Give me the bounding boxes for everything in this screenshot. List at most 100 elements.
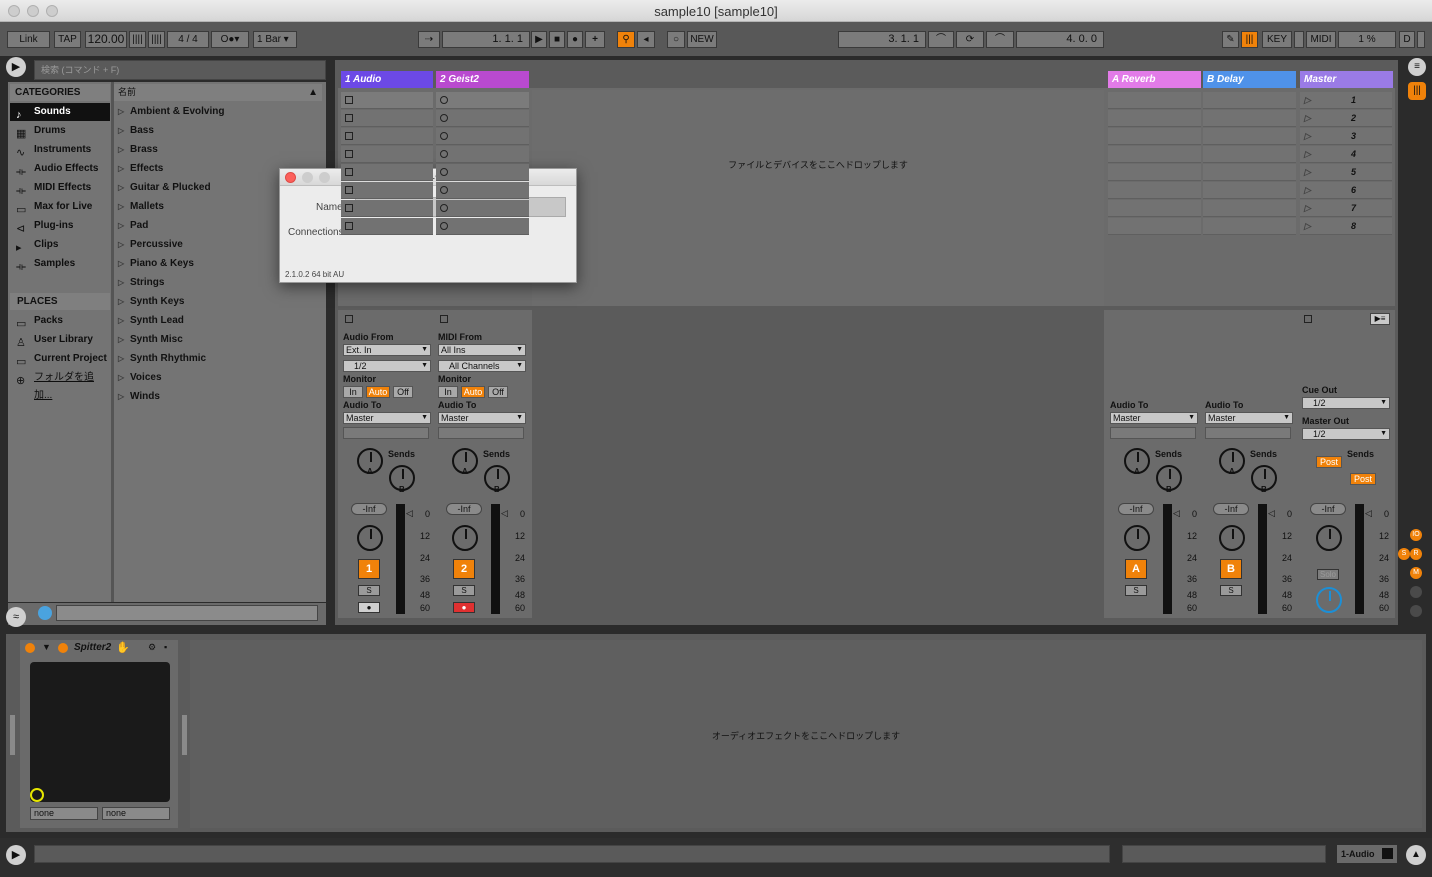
clip-slot[interactable] (1108, 218, 1201, 235)
track-activator-button[interactable]: A (1125, 559, 1147, 579)
expand-triangle-icon[interactable]: ▷ (118, 274, 124, 292)
key-map-button[interactable]: KEY (1262, 31, 1292, 48)
volume-slider-icon[interactable]: ◁ (1173, 508, 1180, 519)
save-preset-icon[interactable]: ▪ (164, 642, 167, 652)
browser-list-item[interactable]: ▷ Strings (117, 274, 322, 292)
monitor-off-button-audio[interactable]: Off (393, 386, 413, 398)
pan-knob[interactable] (357, 525, 383, 551)
clip-slot[interactable] (1108, 110, 1201, 127)
time-signature[interactable]: 4 / 4 (167, 31, 209, 48)
volume-slider-icon[interactable]: ◁ (1365, 508, 1372, 519)
expand-triangle-icon[interactable]: ▷ (118, 236, 124, 254)
link-button[interactable]: Link (7, 31, 50, 48)
clip-stop-button-icon[interactable] (345, 132, 353, 140)
clip-record-button-icon[interactable] (440, 222, 448, 230)
category-sounds[interactable]: ♪ Sounds (10, 103, 110, 121)
clip-slot[interactable] (341, 128, 433, 145)
clip-slot[interactable] (1203, 110, 1296, 127)
track-activator-button[interactable]: B (1220, 559, 1242, 579)
clip-slot[interactable] (1108, 92, 1201, 109)
clip-stop-button-icon[interactable] (345, 222, 353, 230)
clip-view-icon[interactable]: ||| (1408, 82, 1426, 100)
expand-triangle-icon[interactable]: ▷ (118, 141, 124, 159)
nudge-up-icon[interactable]: |||| (148, 31, 165, 48)
scene-launch[interactable]: ▷ 5 (1300, 164, 1392, 181)
follow-icon[interactable]: ⇢ (418, 31, 440, 48)
x-param-dropdown[interactable]: none (30, 807, 98, 820)
record-icon[interactable]: ● (567, 31, 583, 48)
scene-launch-icon[interactable]: ▷ (1304, 128, 1311, 145)
add-icon[interactable]: + (585, 31, 605, 48)
volume-slider-icon[interactable]: ◁ (1268, 508, 1275, 519)
arm-record-button[interactable]: ● (453, 602, 475, 613)
cue-out-dropdown[interactable]: 1/2 (1302, 397, 1390, 409)
clip-record-button-icon[interactable] (440, 204, 448, 212)
scene-launch[interactable]: ▷ 3 (1300, 128, 1392, 145)
effects-drop-area[interactable]: オーディオエフェクトをここへドロップします (190, 640, 1422, 828)
category-drums[interactable]: ▦ Drums (10, 122, 110, 140)
preview-scrubber[interactable] (56, 605, 318, 621)
detail-view-toggle-icon[interactable]: ▲ (1406, 845, 1426, 865)
browser-list-item[interactable]: ▷ Brass (117, 141, 322, 159)
clip-slot[interactable] (341, 164, 433, 181)
scene-launch-icon[interactable]: ▷ (1304, 164, 1311, 181)
clip-record-button-icon[interactable] (440, 114, 448, 122)
clip-slot[interactable] (436, 200, 529, 217)
browser-list-item[interactable]: ▷ Bass (117, 122, 322, 140)
device-settings-icon[interactable]: ⚙ (148, 642, 156, 653)
browser-list-item[interactable]: ▷ Mallets (117, 198, 322, 216)
scene-launch[interactable]: ▷ 7 (1300, 200, 1392, 217)
scene-launch[interactable]: ▷ 6 (1300, 182, 1392, 199)
send-b-post-button[interactable]: Post (1350, 473, 1376, 485)
preview-icon[interactable] (38, 606, 52, 620)
punch-out-icon[interactable]: ⌒ (986, 31, 1014, 48)
xy-pad[interactable] (30, 662, 170, 802)
pan-knob[interactable] (1124, 525, 1150, 551)
solo-button[interactable]: S (1220, 585, 1242, 596)
clip-slot[interactable] (1203, 200, 1296, 217)
track-name-field[interactable] (438, 427, 524, 439)
browser-list-item[interactable]: ▷ Synth Keys (117, 293, 322, 311)
category-instruments[interactable]: ∿ Instruments (10, 141, 110, 159)
track-activator-button[interactable]: 1 (358, 559, 380, 579)
y-param-dropdown[interactable]: none (102, 807, 170, 820)
clip-record-button-icon[interactable] (440, 96, 448, 104)
loop-length-field[interactable]: 4. 0. 0 (1016, 31, 1104, 48)
place-item-2[interactable]: ▭ Current Project (10, 350, 110, 368)
expand-triangle-icon[interactable]: ▷ (118, 217, 124, 235)
monitor-in-button-audio[interactable]: In (343, 386, 363, 398)
track-name-field[interactable] (343, 427, 429, 439)
audio-to-dropdown-audio[interactable]: Master (343, 412, 431, 424)
loop-switch-icon[interactable]: ⟳ (956, 31, 984, 48)
scene-launch-icon[interactable]: ▷ (1304, 182, 1311, 199)
scene-launch-icon[interactable]: ▷ (1304, 218, 1311, 235)
browser-list-item[interactable]: ▷ Guitar & Plucked (117, 179, 322, 197)
clip-slot[interactable] (1203, 128, 1296, 145)
clip-slot[interactable] (1203, 92, 1296, 109)
expand-triangle-icon[interactable]: ▷ (118, 255, 124, 273)
xy-cursor[interactable] (30, 788, 44, 802)
stop-all-audio-icon[interactable] (345, 315, 353, 323)
master-out-dropdown[interactable]: 1/2 (1302, 428, 1390, 440)
computer-keyboard-icon[interactable]: ||| (1241, 31, 1258, 48)
volume-slider-icon[interactable]: ◁ (501, 508, 508, 519)
browser-toggle-icon[interactable]: ▶ (6, 57, 26, 77)
expand-triangle-icon[interactable]: ▷ (118, 122, 124, 140)
draw-mode-icon[interactable]: ✎ (1222, 31, 1239, 48)
track-header-delay[interactable]: B Delay (1203, 71, 1296, 88)
sort-ascending-icon[interactable]: ▲ (308, 84, 318, 101)
nudge-down-icon[interactable]: |||| (129, 31, 146, 48)
new-button[interactable]: NEW (687, 31, 717, 48)
browser-list-item[interactable]: ▷ Synth Rhythmic (117, 350, 322, 368)
scene-launch-icon[interactable]: ▷ (1304, 110, 1311, 127)
audio-from-dropdown[interactable]: Ext. In (343, 344, 431, 356)
scene-launch-icon[interactable]: ▷ (1304, 200, 1311, 217)
audio-from-channel-dropdown[interactable]: 1/2 (343, 360, 431, 372)
automation-arm-icon[interactable]: ⚲ (617, 31, 635, 48)
category-midi-effects[interactable]: ⟛ MIDI Effects (10, 179, 110, 197)
clip-slot[interactable] (1203, 218, 1296, 235)
hand-icon[interactable]: ✋ (116, 641, 130, 654)
tempo-field[interactable]: 120.00 (85, 31, 127, 48)
expand-triangle-icon[interactable]: ▷ (118, 388, 124, 406)
returns-toggle-icon[interactable]: R (1410, 548, 1422, 560)
